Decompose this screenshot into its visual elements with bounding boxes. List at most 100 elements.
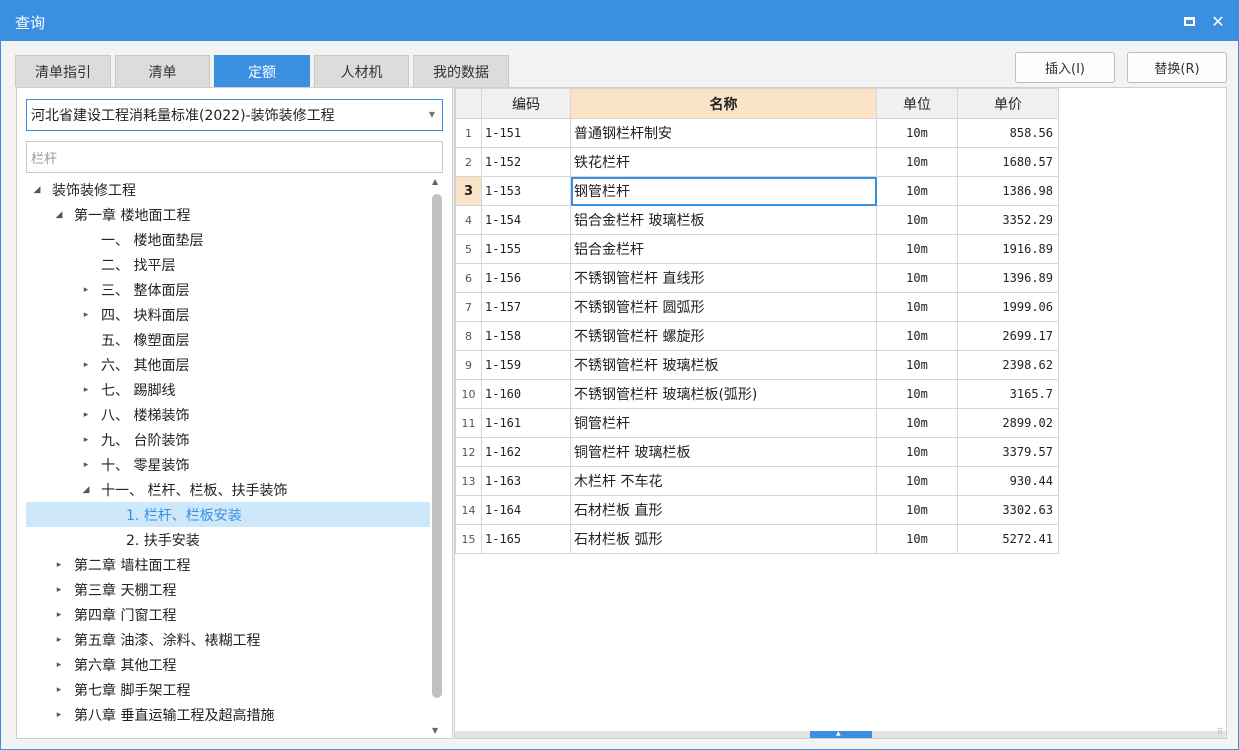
tab-quota[interactable]: 定额: [214, 55, 310, 87]
collapsed-triangle-icon[interactable]: ▸: [79, 285, 93, 295]
collapsed-triangle-icon[interactable]: ▸: [52, 685, 66, 695]
unit-cell[interactable]: 10m: [876, 263, 958, 293]
insert-button[interactable]: 插入(I): [1015, 52, 1115, 83]
price-cell[interactable]: 930.44: [957, 466, 1059, 496]
tree-item[interactable]: ◢ 第一章 楼地面工程: [26, 202, 430, 227]
expanded-triangle-icon[interactable]: ◢: [30, 185, 44, 195]
tree-item[interactable]: ▸ 第二章 墙柱面工程: [26, 552, 430, 577]
collapsed-triangle-icon[interactable]: ▸: [52, 585, 66, 595]
code-cell[interactable]: 1-152: [481, 147, 571, 177]
table-row[interactable]: 7 1-157 不锈钢管栏杆 圆弧形 10m 1999.06: [455, 292, 1059, 322]
name-cell[interactable]: 石材栏板 直形: [570, 495, 877, 525]
code-cell[interactable]: 1-161: [481, 408, 571, 438]
price-cell[interactable]: 2699.17: [957, 321, 1059, 351]
table-row[interactable]: 13 1-163 木栏杆 不车花 10m 930.44: [455, 466, 1059, 496]
table-row[interactable]: 4 1-154 铝合金栏杆 玻璃栏板 10m 3352.29: [455, 205, 1059, 235]
tree-item[interactable]: ▸ 第五章 油漆、涂料、裱糊工程: [26, 627, 430, 652]
table-row[interactable]: 3 1-153 钢管栏杆 10m 1386.98: [455, 176, 1059, 206]
horizontal-scrollbar[interactable]: ▲: [455, 730, 1226, 738]
library-select[interactable]: 河北省建设工程消耗量标准(2022)-装饰装修工程 ▼: [26, 99, 443, 131]
row-number-cell[interactable]: 13: [455, 466, 482, 496]
tree-item[interactable]: ▸ 第八章 垂直运输工程及超高措施: [26, 702, 430, 727]
code-cell[interactable]: 1-157: [481, 292, 571, 322]
tree-item[interactable]: ▸2. 扶手安装: [26, 527, 430, 552]
table-row[interactable]: 1 1-151 普通钢栏杆制安 10m 858.56: [455, 118, 1059, 148]
unit-cell[interactable]: 10m: [876, 379, 958, 409]
tab-labor-material-machine[interactable]: 人材机: [314, 55, 409, 87]
unit-cell[interactable]: 10m: [876, 234, 958, 264]
row-number-cell[interactable]: 9: [455, 350, 482, 380]
code-cell[interactable]: 1-164: [481, 495, 571, 525]
row-number-cell[interactable]: 15: [455, 524, 482, 554]
tree-scrollbar[interactable]: ▲ ▼: [430, 177, 444, 735]
code-cell[interactable]: 1-158: [481, 321, 571, 351]
tree-item[interactable]: ◢ 装饰装修工程: [26, 177, 430, 202]
price-cell[interactable]: 3352.29: [957, 205, 1059, 235]
unit-cell[interactable]: 10m: [876, 147, 958, 177]
collapsed-triangle-icon[interactable]: ▸: [79, 435, 93, 445]
name-cell[interactable]: 不锈钢管栏杆 直线形: [570, 263, 877, 293]
price-cell[interactable]: 1386.98: [957, 176, 1059, 206]
unit-cell[interactable]: 10m: [876, 466, 958, 496]
name-cell[interactable]: 普通钢栏杆制安: [570, 118, 877, 148]
name-cell[interactable]: 不锈钢管栏杆 玻璃栏板: [570, 350, 877, 380]
unit-cell[interactable]: 10m: [876, 437, 958, 467]
name-cell[interactable]: 不锈钢管栏杆 玻璃栏板(弧形): [570, 379, 877, 409]
title-bar[interactable]: 查询 ✕: [1, 1, 1238, 41]
expanded-triangle-icon[interactable]: ◢: [79, 485, 93, 495]
row-number-cell[interactable]: 2: [455, 147, 482, 177]
tree-item[interactable]: ▸五、 橡塑面层: [26, 327, 430, 352]
price-cell[interactable]: 3302.63: [957, 495, 1059, 525]
collapsed-triangle-icon[interactable]: ▸: [79, 310, 93, 320]
table-row[interactable]: 11 1-161 铜管栏杆 10m 2899.02: [455, 408, 1059, 438]
collapsed-triangle-icon[interactable]: ▸: [79, 360, 93, 370]
code-cell[interactable]: 1-156: [481, 263, 571, 293]
price-cell[interactable]: 2899.02: [957, 408, 1059, 438]
table-row[interactable]: 15 1-165 石材栏板 弧形 10m 5272.41: [455, 524, 1059, 554]
tree-item[interactable]: ▸ 六、 其他面层: [26, 352, 430, 377]
scroll-down-icon[interactable]: ▼: [432, 726, 438, 735]
chevron-down-icon[interactable]: ▼: [429, 110, 435, 119]
column-header-price[interactable]: 单价: [957, 88, 1059, 119]
collapsed-triangle-icon[interactable]: ▸: [79, 460, 93, 470]
table-row[interactable]: 6 1-156 不锈钢管栏杆 直线形 10m 1396.89: [455, 263, 1059, 293]
price-cell[interactable]: 3379.57: [957, 437, 1059, 467]
replace-button[interactable]: 替换(R): [1127, 52, 1227, 83]
search-input[interactable]: [26, 141, 443, 173]
tree-item[interactable]: ▸ 第七章 脚手架工程: [26, 677, 430, 702]
tree-item[interactable]: ▸ 三、 整体面层: [26, 277, 430, 302]
code-cell[interactable]: 1-160: [481, 379, 571, 409]
row-number-cell[interactable]: 8: [455, 321, 482, 351]
row-number-cell[interactable]: 3: [455, 176, 482, 206]
code-cell[interactable]: 1-153: [481, 176, 571, 206]
scroll-up-icon[interactable]: ▲: [432, 177, 438, 186]
collapsed-triangle-icon[interactable]: ▸: [52, 710, 66, 720]
collapsed-triangle-icon[interactable]: ▸: [52, 635, 66, 645]
price-cell[interactable]: 2398.62: [957, 350, 1059, 380]
collapsed-triangle-icon[interactable]: ▸: [52, 610, 66, 620]
name-cell[interactable]: 木栏杆 不车花: [570, 466, 877, 496]
close-icon[interactable]: ✕: [1207, 10, 1229, 32]
table-row[interactable]: 8 1-158 不锈钢管栏杆 螺旋形 10m 2699.17: [455, 321, 1059, 351]
unit-cell[interactable]: 10m: [876, 205, 958, 235]
column-header-code[interactable]: 编码: [481, 88, 571, 119]
row-number-cell[interactable]: 12: [455, 437, 482, 467]
tree-item[interactable]: ▸ 第六章 其他工程: [26, 652, 430, 677]
name-cell[interactable]: 铝合金栏杆: [570, 234, 877, 264]
unit-cell[interactable]: 10m: [876, 176, 958, 206]
name-cell[interactable]: 钢管栏杆: [570, 176, 877, 206]
code-cell[interactable]: 1-165: [481, 524, 571, 554]
price-cell[interactable]: 5272.41: [957, 524, 1059, 554]
unit-cell[interactable]: 10m: [876, 118, 958, 148]
collapsed-triangle-icon[interactable]: ▸: [79, 385, 93, 395]
column-header-name[interactable]: 名称: [570, 88, 877, 119]
tree-item[interactable]: ▸ 八、 楼梯装饰: [26, 402, 430, 427]
price-cell[interactable]: 1396.89: [957, 263, 1059, 293]
unit-cell[interactable]: 10m: [876, 321, 958, 351]
column-header-unit[interactable]: 单位: [876, 88, 958, 119]
row-number-cell[interactable]: 14: [455, 495, 482, 525]
tree-item[interactable]: ▸一、 楼地面垫层: [26, 227, 430, 252]
name-cell[interactable]: 铁花栏杆: [570, 147, 877, 177]
name-cell[interactable]: 铜管栏杆 玻璃栏板: [570, 437, 877, 467]
code-cell[interactable]: 1-162: [481, 437, 571, 467]
